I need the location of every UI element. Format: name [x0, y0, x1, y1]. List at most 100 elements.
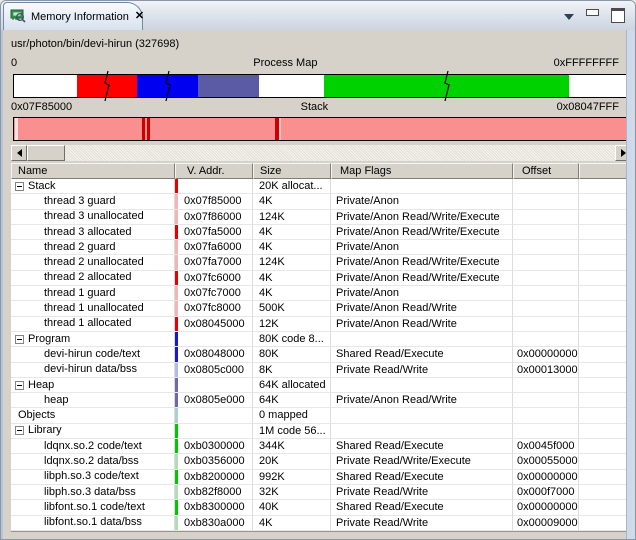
process-map-title: Process Map	[253, 57, 317, 70]
color-chip	[175, 317, 178, 331]
row-name: thread 3 allocated	[44, 225, 131, 240]
table-row[interactable]: Program 80K code 8...	[11, 332, 629, 347]
row-size: 32K	[253, 485, 331, 500]
memory-information-view: Memory Information ✕ usr/photon/bin/devi…	[0, 0, 636, 540]
color-chip	[175, 240, 178, 254]
table-row[interactable]: libfont.so.1 code/text 0xb8300000 40K Sh…	[11, 500, 629, 515]
row-vaddr: 0x07f86000	[184, 210, 242, 224]
table-row[interactable]: libph.so.3 data/bss 0xb82f8000 32K Priva…	[11, 485, 629, 500]
table-row[interactable]: Heap 64K allocated	[11, 378, 629, 393]
tree-expander-icon[interactable]	[15, 426, 24, 435]
table-row[interactable]: thread 2 allocated 0x07fc6000 4K Private…	[11, 271, 629, 286]
row-name: thread 1 unallocated	[44, 301, 144, 316]
process-path: usr/photon/bin/devi-hirun (327698)	[11, 38, 627, 52]
row-filler	[579, 485, 629, 500]
table-row[interactable]: devi-hirun code/text 0x08048000 80K Shar…	[11, 347, 629, 362]
row-filler	[579, 470, 629, 485]
table-row[interactable]: thread 3 unallocated 0x07f86000 124K Pri…	[11, 210, 629, 225]
table-row[interactable]: ldqnx.so.2 data/bss 0xb0356000 20K Priva…	[11, 454, 629, 469]
row-filler	[579, 500, 629, 515]
row-flags: Private Read/Write	[331, 485, 513, 500]
process-map-start: 0	[11, 57, 17, 70]
tree-expander-icon[interactable]	[15, 335, 24, 344]
table-row[interactable]: Objects 0 mapped	[11, 408, 629, 423]
table-row[interactable]: thread 3 guard 0x07f85000 4K Private/Ano…	[11, 194, 629, 209]
row-vaddr: 0x07fa7000	[184, 255, 242, 269]
memory-analysis-icon	[10, 8, 26, 26]
row-filler	[579, 439, 629, 454]
row-name: thread 2 guard	[44, 240, 116, 255]
scrollbar-thumb[interactable]	[27, 145, 65, 161]
row-filler	[579, 378, 629, 393]
row-filler	[579, 424, 629, 439]
stack-map-end: 0x08047FFF	[557, 101, 619, 114]
table-row[interactable]: devi-hirun data/bss 0x0805c000 8K Privat…	[11, 363, 629, 378]
table-row[interactable]: thread 2 unallocated 0x07fa7000 124K Pri…	[11, 255, 629, 270]
left-sash	[1, 30, 3, 539]
stack-map-bar[interactable]	[13, 117, 629, 141]
minimize-icon[interactable]	[586, 9, 599, 16]
table-row[interactable]: Stack 20K allocat...	[11, 179, 629, 194]
row-flags: Private/Anon Read/Write/Execute	[331, 271, 513, 286]
right-sash[interactable]	[626, 30, 635, 539]
table-row[interactable]: thread 2 guard 0x07fa6000 4K Private/Ano…	[11, 240, 629, 255]
row-size: 80K code 8...	[253, 332, 331, 347]
tree-expander-icon[interactable]	[15, 381, 24, 390]
row-flags: Shared Read/Execute	[331, 347, 513, 362]
row-offset: 0x000f7000	[513, 485, 579, 500]
row-offset	[513, 271, 579, 286]
row-vaddr: 0x08045000	[184, 317, 245, 331]
table-row[interactable]: thread 1 allocated 0x08045000 12K Privat…	[11, 317, 629, 332]
row-flags: Shared Read/Execute	[331, 439, 513, 454]
process-map-labels: 0 Process Map 0xFFFFFFFF	[11, 57, 619, 70]
row-flags: Private/Anon	[331, 240, 513, 255]
row-name: thread 1 guard	[44, 286, 116, 301]
tree-expander-icon[interactable]	[15, 182, 24, 191]
table-row[interactable]: thread 1 unallocated 0x07fc8000 500K Pri…	[11, 301, 629, 316]
column-header-filler	[579, 163, 629, 179]
horizontal-scrollbar[interactable]	[11, 145, 631, 161]
process-map-segment	[77, 75, 137, 97]
memory-table: Name V. Addr. Size Map Flags Offset Stac…	[11, 163, 629, 532]
process-map-bar[interactable]	[13, 74, 629, 98]
color-chip	[175, 378, 178, 392]
row-offset	[513, 317, 579, 332]
maximize-icon[interactable]	[611, 8, 625, 23]
table-row[interactable]: ldqnx.so.2 code/text 0xb0300000 344K Sha…	[11, 439, 629, 454]
tab-title: Memory Information	[31, 11, 129, 23]
column-header-size[interactable]: Size	[253, 163, 331, 179]
row-filler	[579, 179, 629, 194]
table-row[interactable]: thread 3 allocated 0x07fa5000 4K Private…	[11, 225, 629, 240]
view-menu-icon[interactable]	[564, 14, 574, 20]
row-flags: Private Read/Write	[331, 516, 513, 531]
row-size: 1M code 56...	[253, 424, 331, 439]
column-header-offset[interactable]: Offset	[513, 163, 579, 179]
table-row[interactable]: thread 1 guard 0x07fc7000 4K Private/Ano…	[11, 286, 629, 301]
row-vaddr: 0xb8200000	[184, 470, 245, 484]
row-size: 80K	[253, 347, 331, 362]
tab-memory-information[interactable]: Memory Information ✕	[3, 2, 143, 30]
process-map-segment	[259, 75, 324, 97]
row-filler	[579, 408, 629, 423]
row-size: 40K	[253, 500, 331, 515]
color-chip	[175, 516, 178, 530]
table-row[interactable]: heap 0x0805e000 64K Private/Anon Read/Wr…	[11, 393, 629, 408]
row-size: 4K	[253, 240, 331, 255]
row-size: 4K	[253, 194, 331, 209]
table-row[interactable]: Library 1M code 56...	[11, 424, 629, 439]
color-chip	[175, 363, 178, 377]
color-chip	[175, 408, 178, 422]
column-header-vaddr[interactable]: V. Addr.	[175, 163, 253, 179]
table-row[interactable]: libfont.so.1 data/bss 0xb830a000 4K Priv…	[11, 516, 629, 531]
close-icon[interactable]: ✕	[135, 11, 144, 22]
row-size: 124K	[253, 255, 331, 270]
process-map-segment	[324, 75, 569, 97]
column-header-name[interactable]: Name	[11, 163, 175, 179]
table-row[interactable]: libph.so.3 code/text 0xb8200000 992K Sha…	[11, 470, 629, 485]
scroll-left-button[interactable]	[11, 145, 27, 161]
row-vaddr: 0xb82f8000	[184, 485, 242, 499]
row-name: Library	[28, 424, 62, 439]
row-offset	[513, 255, 579, 270]
row-vaddr: 0xb0356000	[184, 454, 245, 468]
column-header-mapflags[interactable]: Map Flags	[331, 163, 513, 179]
